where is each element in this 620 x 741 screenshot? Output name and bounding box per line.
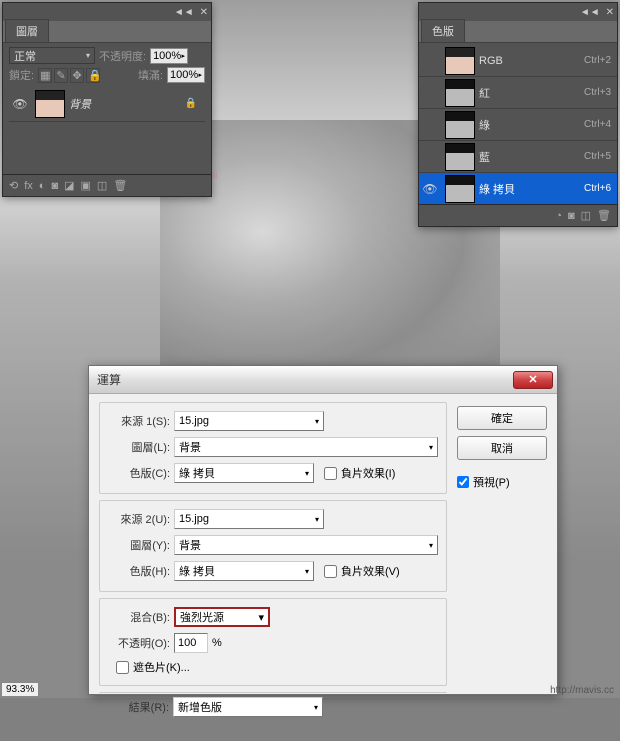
collapse-icon[interactable]: ◄◄ [174, 7, 194, 18]
source1-group: 來源 1(S): 15.jpg▾ 圖層(L): 背景▾ 色版(C): 綠 拷貝▾… [99, 402, 447, 494]
layers-tab-bar: 圖層 [3, 21, 211, 43]
channel1-label: 色版(C): [108, 465, 170, 481]
footer-icon[interactable]: 🗑 [113, 179, 127, 192]
mask-label: 遮色片(K)... [133, 659, 190, 675]
eye-icon[interactable]: 👁 [419, 182, 441, 196]
invert1-checkbox[interactable] [324, 467, 337, 480]
channels-tab-bar: 色版 [419, 21, 617, 43]
channel-row[interactable]: RGB Ctrl+2 [419, 45, 617, 77]
channel-thumbnail [445, 111, 475, 139]
channel-name: RGB [479, 55, 584, 67]
close-icon[interactable]: ✕ [606, 7, 614, 18]
source2-group: 來源 2(U): 15.jpg▾ 圖層(Y): 背景▾ 色版(H): 綠 拷貝▾… [99, 500, 447, 592]
lock-buttons[interactable]: ▦✎✥🔒 [38, 68, 100, 83]
opacity-unit: % [212, 637, 222, 649]
blend-dropdown[interactable]: 強烈光源▾ [174, 607, 270, 627]
opacity-label: 不透明(O): [108, 635, 170, 651]
layers-list: 👁 背景 🔒 [9, 86, 205, 122]
channel1-dropdown[interactable]: 綠 拷貝▾ [174, 463, 314, 483]
result-dropdown[interactable]: 新增色版▾ [173, 697, 323, 717]
footer-icon[interactable]: 🗑 [597, 209, 611, 222]
footer-icon[interactable]: fx [24, 180, 33, 192]
layer-name: 背景 [69, 96, 185, 112]
result-group: 結果(R): 新增色版▾ [99, 692, 447, 727]
opacity-input[interactable]: 100%▸ [150, 48, 188, 64]
footer-icon[interactable]: ⟲ [9, 179, 18, 192]
channel-shortcut: Ctrl+5 [584, 151, 617, 162]
channel-name: 綠 拷貝 [479, 181, 584, 197]
channel-name: 藍 [479, 149, 584, 165]
invert2-label: 負片效果(V) [341, 563, 400, 579]
channels-list: RGB Ctrl+2 紅 Ctrl+3 綠 Ctrl+4 藍 Ctrl+5 👁 … [419, 45, 617, 205]
layers-panel-body: 正常▾ 不透明度: 100%▸ 鎖定: ▦✎✥🔒 填滿: 100%▸ 👁 背景 … [3, 43, 211, 126]
channel-row-selected[interactable]: 👁 綠 拷貝 Ctrl+6 [419, 173, 617, 205]
layer2-label: 圖層(Y): [108, 537, 170, 553]
footer-icon[interactable]: ◐ [39, 180, 46, 192]
mask-checkbox[interactable] [116, 661, 129, 674]
channel-name: 紅 [479, 85, 584, 101]
channel-thumbnail [445, 143, 475, 171]
close-button[interactable]: ✕ [513, 371, 553, 389]
collapse-icon[interactable]: ◄◄ [580, 7, 600, 18]
footer-icon[interactable]: ◙ [51, 180, 58, 192]
zoom-level[interactable]: 93.3% [1, 682, 39, 697]
layers-panel-footer: ⟲ fx ◐ ◙ ◪ ▣ ◫ 🗑 [3, 174, 211, 196]
preview-label: 預視(P) [473, 474, 510, 490]
footer-icon[interactable]: ◫ [97, 179, 107, 192]
channel2-dropdown[interactable]: 綠 拷貝▾ [174, 561, 314, 581]
blend-label: 混合(B): [108, 609, 170, 625]
result-label: 結果(R): [107, 699, 169, 715]
source2-label: 來源 2(U): [108, 511, 170, 527]
blend-group: 混合(B): 強烈光源▾ 不透明(O): 100 % 遮色片(K)... [99, 598, 447, 686]
footer-icon[interactable]: ◔ [555, 210, 562, 222]
source1-label: 來源 1(S): [108, 413, 170, 429]
footer-icon[interactable]: ◪ [64, 179, 74, 192]
opacity-input[interactable]: 100 [174, 633, 208, 653]
fill-input[interactable]: 100%▸ [167, 67, 205, 83]
calculations-dialog: 運算 ✕ 來源 1(S): 15.jpg▾ 圖層(L): 背景▾ 色版(C): … [88, 365, 558, 695]
layer1-dropdown[interactable]: 背景▾ [174, 437, 438, 457]
channel-row[interactable]: 紅 Ctrl+3 [419, 77, 617, 109]
layer-thumbnail [35, 90, 65, 118]
invert1-label: 負片效果(I) [341, 465, 395, 481]
channel-shortcut: Ctrl+2 [584, 55, 617, 66]
layers-panel: ◄◄ ✕ 圖層 正常▾ 不透明度: 100%▸ 鎖定: ▦✎✥🔒 填滿: 100… [2, 2, 212, 197]
close-icon[interactable]: ✕ [200, 7, 208, 18]
channel-name: 綠 [479, 117, 584, 133]
channels-panel-footer: ◔ ◙ ◫ 🗑 [419, 204, 617, 226]
channel-shortcut: Ctrl+6 [584, 183, 617, 194]
ok-button[interactable]: 確定 [457, 406, 547, 430]
channel-thumbnail [445, 47, 475, 75]
channel2-label: 色版(H): [108, 563, 170, 579]
opacity-label: 不透明度: [99, 48, 146, 64]
fill-label: 填滿: [138, 67, 163, 83]
layer-lock-icon: 🔒 [185, 98, 205, 109]
footer-icon[interactable]: ▣ [81, 179, 91, 192]
dialog-title-text: 運算 [97, 371, 121, 388]
channel-thumbnail [445, 175, 475, 203]
dialog-titlebar[interactable]: 運算 ✕ [89, 366, 557, 394]
invert2-checkbox[interactable] [324, 565, 337, 578]
channel-shortcut: Ctrl+4 [584, 119, 617, 130]
blend-mode-dropdown[interactable]: 正常▾ [9, 47, 95, 64]
footer-icon[interactable]: ◫ [581, 209, 591, 222]
channel-row[interactable]: 綠 Ctrl+4 [419, 109, 617, 141]
source2-dropdown[interactable]: 15.jpg▾ [174, 509, 324, 529]
site-url-text: http://mavis.cc [550, 685, 614, 696]
tab-layers[interactable]: 圖層 [5, 19, 49, 42]
source1-dropdown[interactable]: 15.jpg▾ [174, 411, 324, 431]
channel-row[interactable]: 藍 Ctrl+5 [419, 141, 617, 173]
layer-row[interactable]: 👁 背景 🔒 [9, 86, 205, 122]
lock-label: 鎖定: [9, 67, 34, 83]
preview-checkbox[interactable] [457, 476, 469, 488]
channel-shortcut: Ctrl+3 [584, 87, 617, 98]
channel-thumbnail [445, 79, 475, 107]
cancel-button[interactable]: 取消 [457, 436, 547, 460]
footer-icon[interactable]: ◙ [568, 210, 575, 222]
tab-channels[interactable]: 色版 [421, 19, 465, 42]
eye-icon[interactable]: 👁 [9, 97, 31, 111]
channels-panel: ◄◄ ✕ 色版 RGB Ctrl+2 紅 Ctrl+3 綠 Ctrl+4 藍 C… [418, 2, 618, 227]
layer1-label: 圖層(L): [108, 439, 170, 455]
layer2-dropdown[interactable]: 背景▾ [174, 535, 438, 555]
